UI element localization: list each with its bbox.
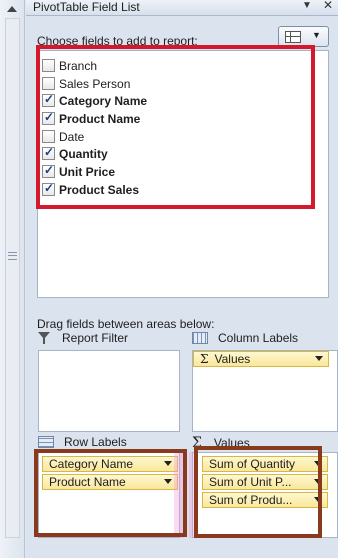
dropdown-arrow-icon[interactable] bbox=[164, 479, 172, 484]
column-labels-label: Column Labels bbox=[218, 331, 299, 345]
field-label: Branch bbox=[59, 58, 98, 73]
chip-label: Values bbox=[214, 352, 251, 366]
column-labels-area[interactable]: Σ Values bbox=[192, 350, 338, 432]
sum-of-product-sales-field-chip[interactable]: Sum of Produ... bbox=[202, 492, 328, 508]
field-item-product-name[interactable]: Product Name bbox=[42, 110, 140, 127]
report-filter-header: Report Filter bbox=[38, 331, 128, 345]
field-label: Date bbox=[59, 129, 85, 144]
sigma-icon: Σ bbox=[192, 435, 202, 451]
field-label: Product Sales bbox=[59, 182, 140, 197]
field-checkbox-checked[interactable] bbox=[42, 92, 55, 107]
choose-fields-label: Choose fields to add to report: bbox=[37, 34, 198, 48]
field-checkbox-checked[interactable] bbox=[42, 163, 55, 178]
close-icon[interactable]: ✕ bbox=[323, 0, 333, 12]
field-label: Quantity bbox=[59, 146, 108, 161]
chip-label: Sum of Quantity bbox=[209, 457, 296, 471]
drag-fields-label: Drag fields between areas below: bbox=[37, 317, 215, 331]
column-labels-icon bbox=[192, 332, 208, 344]
field-list: Branch Sales Person Category Name Produc… bbox=[37, 50, 329, 298]
category-name-field-chip[interactable]: Category Name bbox=[42, 456, 178, 472]
field-layout-button[interactable]: ▼ bbox=[278, 26, 329, 47]
scroll-up-arrow-icon[interactable] bbox=[7, 6, 17, 12]
field-label: Product Name bbox=[59, 111, 141, 126]
sum-of-unit-price-field-chip[interactable]: Sum of Unit P... bbox=[202, 474, 328, 490]
filter-icon bbox=[38, 332, 52, 344]
field-layout-icon bbox=[285, 31, 301, 43]
chip-label: Sum of Produ... bbox=[209, 493, 293, 507]
report-filter-label: Report Filter bbox=[62, 331, 129, 345]
values-field-chip[interactable]: Σ Values bbox=[193, 351, 329, 367]
panel-titlebar: PivotTable Field List ▼ ✕ bbox=[26, 0, 338, 16]
sum-of-quantity-field-chip[interactable]: Sum of Quantity bbox=[202, 456, 328, 472]
dropdown-arrow-icon: ▼ bbox=[312, 30, 321, 40]
vertical-scrollbar[interactable] bbox=[0, 0, 25, 558]
field-item-unit-price[interactable]: Unit Price bbox=[42, 163, 115, 180]
values-label: Values bbox=[213, 436, 250, 450]
field-item-product-sales[interactable]: Product Sales bbox=[42, 181, 139, 198]
field-item-sales-person[interactable]: Sales Person bbox=[42, 75, 130, 92]
pivottable-field-list-panel: PivotTable Field List ▼ ✕ Choose fields … bbox=[26, 0, 338, 558]
sigma-icon: Σ bbox=[200, 352, 209, 366]
field-checkbox-checked[interactable] bbox=[42, 145, 55, 160]
scrollbar-track[interactable] bbox=[5, 18, 20, 538]
field-item-branch[interactable]: Branch bbox=[42, 57, 97, 74]
field-item-date[interactable]: Date bbox=[42, 128, 84, 145]
dropdown-arrow-icon[interactable]: ▼ bbox=[302, 0, 312, 11]
row-labels-area[interactable]: Category Name Product Name bbox=[38, 452, 180, 538]
field-label: Sales Person bbox=[59, 76, 131, 91]
scrollbar-grip-icon[interactable] bbox=[8, 252, 17, 260]
dropdown-arrow-icon[interactable] bbox=[314, 479, 322, 484]
product-name-field-chip[interactable]: Product Name bbox=[42, 474, 178, 490]
field-checkbox[interactable] bbox=[42, 59, 55, 72]
dropdown-arrow-icon[interactable] bbox=[314, 497, 322, 502]
field-checkbox[interactable] bbox=[42, 130, 55, 143]
field-checkbox[interactable] bbox=[42, 77, 55, 90]
row-labels-header: Row Labels bbox=[38, 435, 127, 449]
field-label: Unit Price bbox=[59, 164, 116, 179]
chip-label: Category Name bbox=[49, 457, 134, 471]
panel-bottom-strip bbox=[26, 540, 338, 558]
values-area[interactable]: Sum of Quantity Sum of Unit P... Sum of … bbox=[192, 452, 338, 538]
chip-label: Sum of Unit P... bbox=[209, 475, 292, 489]
dropdown-arrow-icon[interactable] bbox=[164, 461, 172, 466]
dropdown-arrow-icon[interactable] bbox=[315, 356, 323, 361]
field-label: Category Name bbox=[59, 93, 148, 108]
field-item-category-name[interactable]: Category Name bbox=[42, 92, 147, 109]
row-labels-label: Row Labels bbox=[64, 435, 127, 449]
field-item-quantity[interactable]: Quantity bbox=[42, 145, 108, 162]
panel-title: PivotTable Field List bbox=[33, 0, 140, 14]
dropdown-arrow-icon[interactable] bbox=[314, 461, 322, 466]
row-labels-icon bbox=[38, 436, 54, 448]
field-checkbox-checked[interactable] bbox=[42, 181, 55, 196]
report-filter-area[interactable] bbox=[38, 350, 180, 432]
chip-label: Product Name bbox=[49, 475, 126, 489]
field-checkbox-checked[interactable] bbox=[42, 110, 55, 125]
column-labels-header: Column Labels bbox=[192, 331, 298, 345]
values-header: Σ Values bbox=[192, 435, 250, 451]
